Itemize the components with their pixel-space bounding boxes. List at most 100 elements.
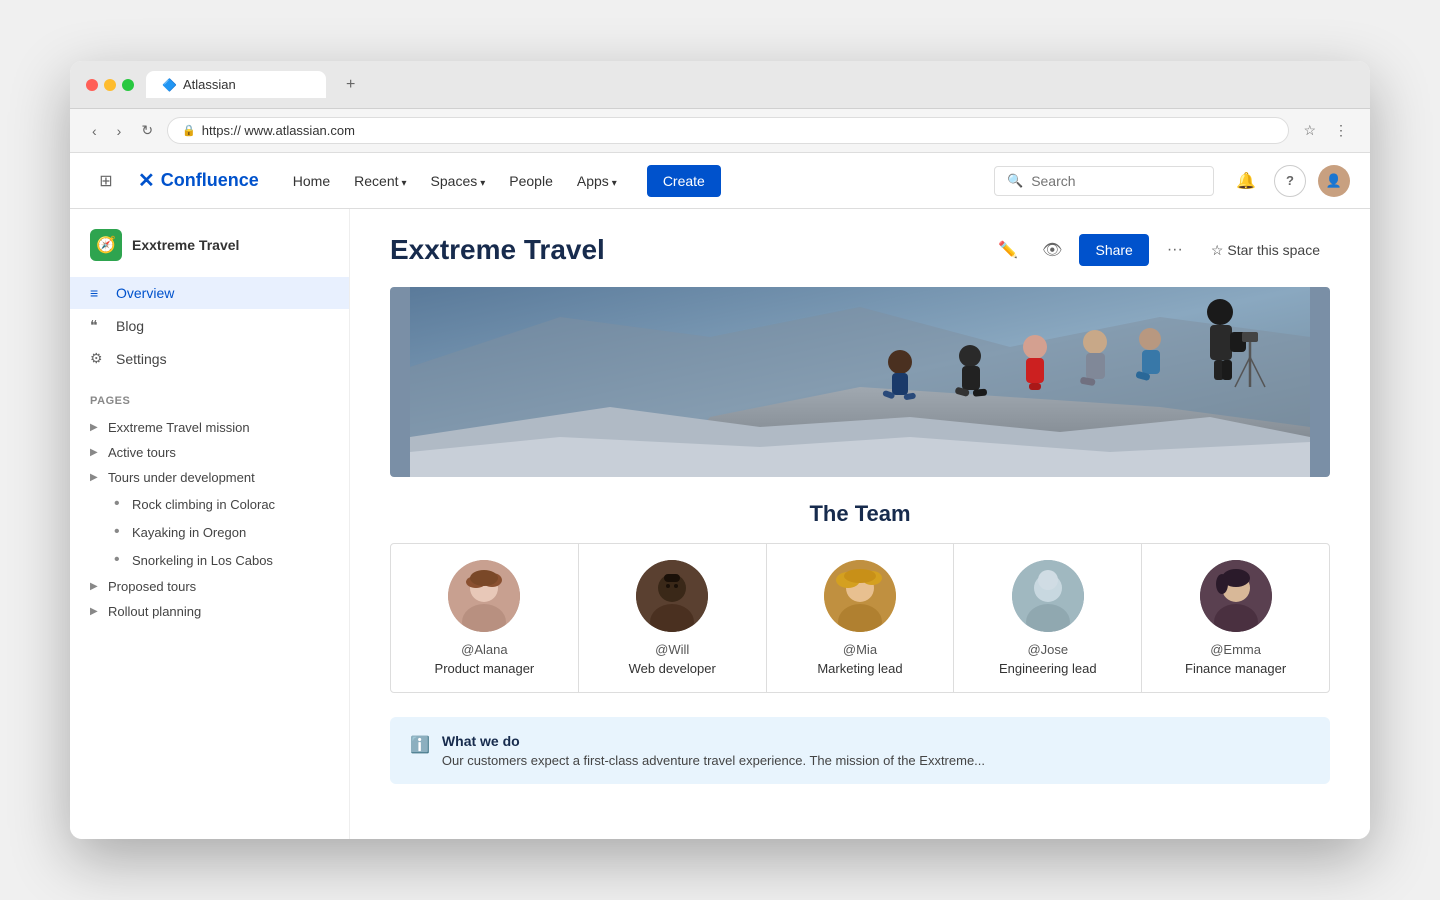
team-handle-mia: @Mia	[783, 642, 938, 657]
team-section-title: The Team	[390, 501, 1330, 527]
page-label: Proposed tours	[108, 579, 196, 594]
grid-icon: ⊞	[99, 171, 112, 191]
team-card-emma: @Emma Finance manager	[1142, 544, 1329, 692]
page-header: Exxtreme Travel ✏️ 👁 Share ··· ☆ Star th…	[390, 233, 1330, 267]
search-box[interactable]: 🔍	[994, 166, 1214, 196]
team-card-alana: @Alana Product manager	[391, 544, 579, 692]
info-box-text: Our customers expect a first-class adven…	[442, 753, 985, 768]
hero-image	[390, 287, 1330, 477]
settings-icon: ⚙	[90, 350, 106, 367]
minimize-dot[interactable]	[104, 79, 116, 91]
address-bar[interactable]: 🔒 https:// www.atlassian.com	[167, 117, 1289, 144]
space-name: Exxtreme Travel	[132, 237, 239, 253]
nav-people[interactable]: People	[499, 167, 563, 195]
avatar-mia	[824, 560, 896, 632]
apps-chevron	[612, 173, 617, 189]
help-button[interactable]: ?	[1274, 165, 1306, 197]
refresh-button[interactable]: ↻	[135, 118, 159, 143]
search-input[interactable]	[1031, 173, 1201, 189]
bullet-icon: •	[114, 495, 126, 513]
page-item-mission[interactable]: ▶ Exxtreme Travel mission	[90, 415, 329, 440]
star-label: Star this space	[1227, 242, 1320, 258]
maximize-dot[interactable]	[122, 79, 134, 91]
arrow-icon: ▶	[90, 422, 102, 433]
main-layout: 🧭 Exxtreme Travel ≡ Overview ❝ Blog ⚙ Se…	[70, 209, 1370, 839]
notification-button[interactable]: 🔔	[1230, 165, 1262, 197]
team-handle-will: @Will	[595, 642, 750, 657]
blog-icon: ❝	[90, 317, 106, 334]
info-box-title: What we do	[442, 733, 985, 749]
team-handle-alana: @Alana	[407, 642, 562, 657]
star-space-button[interactable]: ☆ Star this space	[1201, 236, 1330, 265]
user-avatar[interactable]: 👤	[1318, 165, 1350, 197]
avatar-jose	[1012, 560, 1084, 632]
search-icon: 🔍	[1007, 173, 1023, 189]
grid-menu-button[interactable]: ⊞	[90, 165, 122, 197]
help-icon: ?	[1286, 173, 1294, 188]
browser-tab[interactable]: 🔷 Atlassian	[146, 71, 326, 98]
hero-illustration	[390, 287, 1330, 477]
team-role-will: Web developer	[595, 661, 750, 676]
avatar-image: 👤	[1326, 173, 1342, 189]
page-label: Exxtreme Travel mission	[108, 420, 250, 435]
page-label: Active tours	[108, 445, 176, 460]
page-label: Rock climbing in Colorac	[132, 497, 275, 512]
team-role-mia: Marketing lead	[783, 661, 938, 676]
arrow-icon: ▶	[90, 606, 102, 617]
settings-label: Settings	[116, 351, 167, 367]
overview-icon: ≡	[90, 285, 106, 301]
confluence-logo-text: Confluence	[161, 170, 259, 191]
page-item-proposed-tours[interactable]: ▶ Proposed tours	[90, 574, 329, 599]
page-label: Rollout planning	[108, 604, 201, 619]
browser-more-button[interactable]: ⋮	[1328, 118, 1354, 143]
nav-apps[interactable]: Apps	[567, 167, 627, 195]
edit-button[interactable]: ✏️	[991, 233, 1025, 267]
sidebar: 🧭 Exxtreme Travel ≡ Overview ❝ Blog ⚙ Se…	[70, 209, 350, 839]
new-tab-button[interactable]: +	[338, 72, 363, 98]
nav-apps-label: Apps	[577, 173, 609, 189]
team-card-mia: @Mia Marketing lead	[767, 544, 955, 692]
create-button[interactable]: Create	[647, 165, 721, 197]
confluence-logo-icon: ✕	[138, 168, 155, 193]
sidebar-nav: ≡ Overview ❝ Blog ⚙ Settings	[70, 277, 349, 375]
nav-home[interactable]: Home	[283, 167, 340, 195]
view-button[interactable]: 👁	[1035, 233, 1069, 267]
page-item-tours-under-dev[interactable]: ▶ Tours under development	[90, 465, 329, 490]
team-card-will: @Will Web developer	[579, 544, 767, 692]
forward-button[interactable]: ›	[111, 119, 128, 143]
team-grid: @Alana Product manager	[390, 543, 1330, 693]
sidebar-settings[interactable]: ⚙ Settings	[70, 342, 349, 375]
sidebar-overview[interactable]: ≡ Overview	[70, 277, 349, 309]
back-button[interactable]: ‹	[86, 119, 103, 143]
team-role-emma: Finance manager	[1158, 661, 1313, 676]
browser-titlebar: 🔷 Atlassian +	[70, 61, 1370, 109]
close-dot[interactable]	[86, 79, 98, 91]
share-button[interactable]: Share	[1079, 234, 1148, 266]
page-item-snorkeling[interactable]: • Snorkeling in Los Cabos	[114, 546, 329, 574]
info-box: ℹ️ What we do Our customers expect a fir…	[390, 717, 1330, 784]
recent-chevron	[402, 173, 407, 189]
space-icon: 🧭	[90, 229, 122, 261]
nav-spaces[interactable]: Spaces	[421, 167, 496, 195]
team-card-jose: @Jose Engineering lead	[954, 544, 1142, 692]
page-item-rock-climbing[interactable]: • Rock climbing in Colorac	[114, 490, 329, 518]
page-item-active-tours[interactable]: ▶ Active tours	[90, 440, 329, 465]
more-options-button[interactable]: ···	[1159, 235, 1191, 265]
page-item-rollout[interactable]: ▶ Rollout planning	[90, 599, 329, 624]
nav-actions: ☆ ⋮	[1297, 118, 1354, 143]
bookmark-button[interactable]: ☆	[1297, 118, 1322, 143]
sub-pages: • Rock climbing in Colorac • Kayaking in…	[90, 490, 329, 574]
header-icons: 🔔 ? 👤	[1230, 165, 1350, 197]
avatar-alana	[448, 560, 520, 632]
team-role-jose: Engineering lead	[970, 661, 1125, 676]
confluence-logo: ✕ Confluence	[138, 168, 259, 193]
sidebar-blog[interactable]: ❝ Blog	[70, 309, 349, 342]
page-title: Exxtreme Travel	[390, 234, 991, 266]
star-icon: ☆	[1211, 242, 1224, 259]
nav-recent[interactable]: Recent	[344, 167, 416, 195]
page-label: Tours under development	[108, 470, 255, 485]
arrow-icon: ▶	[90, 581, 102, 592]
page-actions: ✏️ 👁 Share ··· ☆ Star this space	[991, 233, 1330, 267]
sidebar-header: 🧭 Exxtreme Travel	[70, 229, 349, 277]
page-item-kayaking[interactable]: • Kayaking in Oregon	[114, 518, 329, 546]
